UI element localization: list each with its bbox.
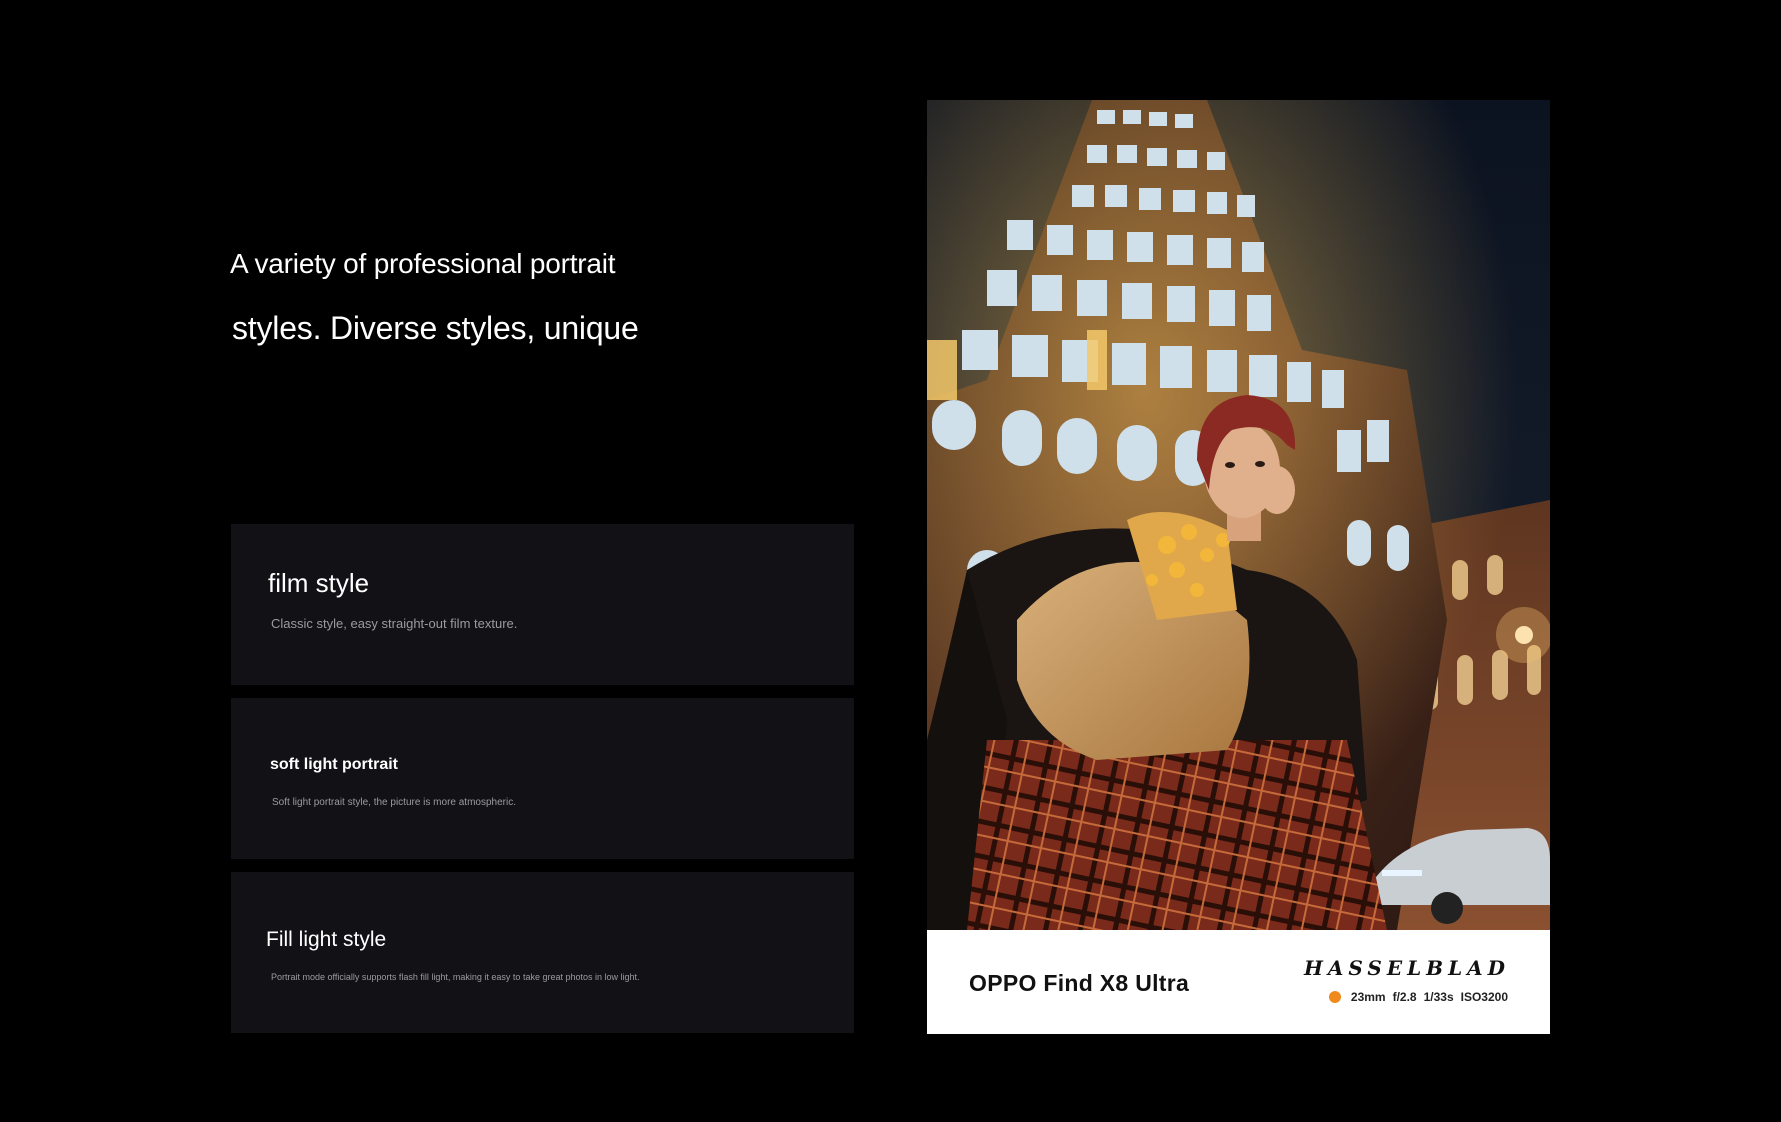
style-card-soft-light[interactable]: soft light portrait Soft light portrait … [231,698,854,859]
accent-dot-icon [1328,991,1341,1003]
style-card-film[interactable]: film style Classic style, easy straight-… [231,524,854,685]
style-cards: film style Classic style, easy straight-… [231,524,854,1046]
portrait-photo [927,100,1550,930]
card-description: Classic style, easy straight-out film te… [271,616,518,631]
hasselblad-logo: HASSELBLAD [1304,956,1510,980]
headline-line-1: A variety of professional portrait [230,248,616,279]
iso: ISO3200 [1460,990,1508,1004]
headline: A variety of professional portrait style… [230,248,730,347]
exif-info: 23mm f/2.8 1/33s ISO3200 [1328,990,1508,1004]
card-description: Soft light portrait style, the picture i… [272,797,516,808]
card-title: Fill light style [266,928,387,951]
style-card-fill-light[interactable]: Fill light style Portrait mode officiall… [231,872,854,1033]
headline-line-2: styles. Diverse styles, unique [232,310,639,346]
aperture: f/2.8 [1392,990,1417,1004]
shutter-speed: 1/33s [1423,990,1454,1004]
photo-watermark-caption: OPPO Find X8 Ultra HASSELBLAD 23mm f/2.8… [927,930,1550,1034]
camera-model: OPPO Find X8 Ultra [969,970,1190,996]
card-title: soft light portrait [270,756,398,773]
sample-photo-frame: OPPO Find X8 Ultra HASSELBLAD 23mm f/2.8… [927,100,1550,1034]
focal-length: 23mm [1350,990,1386,1004]
card-title: film style [268,568,370,598]
card-description: Portrait mode officially supports flash … [271,972,640,982]
